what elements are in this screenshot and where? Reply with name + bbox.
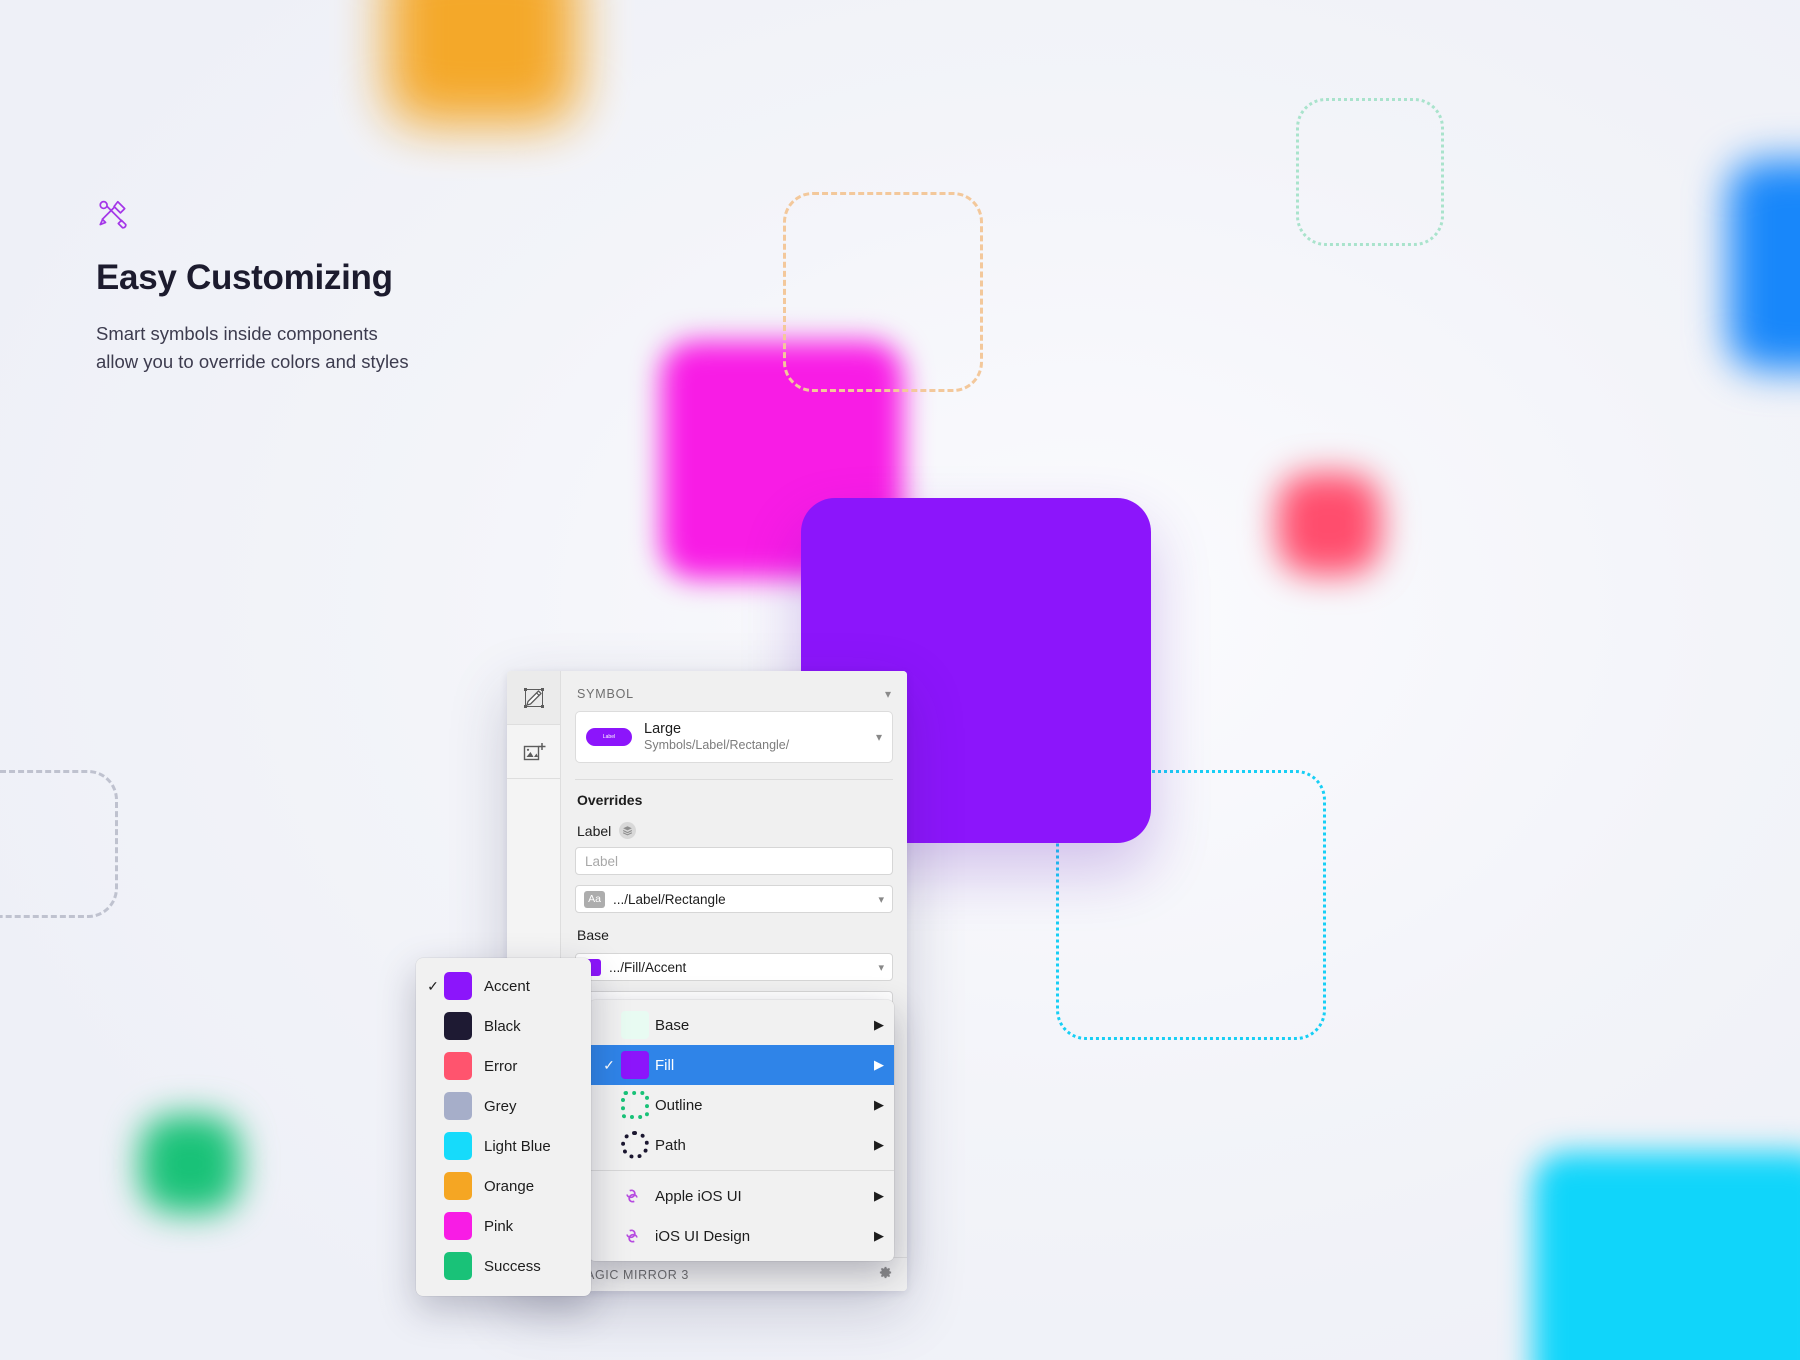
color-menu-item-error[interactable]: Error [416, 1046, 591, 1086]
caret-right-icon[interactable]: ▶ [874, 1097, 884, 1113]
orange-square [387, 0, 577, 124]
color-swatch [444, 1212, 472, 1240]
color-swatch [444, 1252, 472, 1280]
chevron-down-icon[interactable]: ▾ [885, 687, 891, 701]
color-swatch [444, 972, 472, 1000]
color-swatch [444, 1092, 472, 1120]
base-swatch-icon [621, 1011, 655, 1039]
menu-item-base[interactable]: Base ▶ [589, 1005, 894, 1045]
hero-line-2: allow you to override colors and styles [96, 351, 409, 373]
override-context-menu: Base ▶ ✓ Fill ▶ Outline ▶ Path ▶ Apple i… [589, 1000, 894, 1261]
text-style-chip: Aa [584, 890, 605, 908]
hero-description: Smart symbols inside components allow yo… [96, 320, 576, 376]
dotted-circle-icon [621, 1131, 655, 1159]
menu-item-label: Apple iOS UI [655, 1187, 742, 1205]
caret-right-icon[interactable]: ▶ [874, 1057, 884, 1073]
color-menu-item-label: Orange [484, 1177, 535, 1195]
color-menu-item-label: Error [484, 1057, 518, 1075]
symbol-name: Large [644, 720, 682, 737]
rose-square [1277, 473, 1381, 575]
label-input-placeholder: Label [585, 853, 619, 869]
color-menu-item-label: Black [484, 1017, 521, 1035]
symbol-preview-label: Label [602, 734, 616, 740]
menu-item-label: Path [655, 1136, 686, 1154]
color-menu-item-label: Pink [484, 1217, 514, 1235]
menu-item-label: Outline [655, 1096, 703, 1114]
linked-library-icon [621, 1225, 655, 1247]
symbol-selector[interactable]: Label Large Symbols/Label/Rectangle/ ▾ [575, 711, 893, 763]
symbol-path: Symbols/Label/Rectangle/ [644, 738, 790, 753]
symbol-section-header[interactable]: SYMBOL ▾ [561, 671, 907, 711]
color-menu-item-label: Light Blue [484, 1137, 551, 1155]
base-override-title: Base [577, 927, 609, 943]
hero-block: Easy Customizing Smart symbols inside co… [96, 198, 576, 376]
blue-square [1728, 160, 1800, 370]
color-menu-item-label: Accent [484, 977, 530, 995]
gear-icon[interactable] [878, 1265, 893, 1285]
color-swatch [444, 1052, 472, 1080]
label-override-title: Label [577, 822, 612, 839]
mint-dotted-square [1296, 98, 1444, 246]
color-menu-item-grey[interactable]: Grey [416, 1086, 591, 1126]
chevron-down-icon[interactable]: ▾ [878, 893, 884, 906]
symbol-meta: Large Symbols/Label/Rectangle/ [644, 721, 864, 754]
caret-right-icon[interactable]: ▶ [874, 1137, 884, 1153]
symbol-preview-swatch: Label [586, 728, 632, 746]
peach-dashed-square [783, 192, 983, 392]
chevron-down-icon[interactable]: ▾ [878, 961, 884, 974]
layers-icon [619, 822, 637, 839]
linked-library-icon [621, 1185, 655, 1207]
green-square [140, 1115, 240, 1213]
label-override-row: Label [561, 808, 907, 839]
panel-footer: MAGIC MIRROR 3 [561, 1257, 907, 1291]
caret-right-icon[interactable]: ▶ [874, 1228, 884, 1244]
page-title: Easy Customizing [96, 258, 393, 297]
label-input[interactable]: Label [575, 847, 893, 875]
grey-dashed-square [0, 770, 118, 918]
color-picker-menu: ✓ Accent Black Error Grey Light Blue Orange Pin… [416, 958, 591, 1296]
text-style-select[interactable]: Aa .../Label/Rectangle ▾ [575, 885, 893, 913]
color-swatch [444, 1172, 472, 1200]
pencil-in-frame-icon [523, 687, 544, 708]
color-menu-item-success[interactable]: Success [416, 1246, 591, 1286]
chevron-down-icon[interactable]: ▾ [876, 730, 882, 744]
base-color-select[interactable]: .../Fill/Accent ▾ [575, 953, 893, 981]
menu-item-label: Base [655, 1016, 690, 1034]
menu-item-ios-ui-design[interactable]: iOS UI Design ▶ [589, 1216, 894, 1256]
color-menu-item-label: Grey [484, 1097, 517, 1115]
canvas: Easy Customizing Smart symbols inside co… [0, 0, 1800, 1360]
menu-item-label: Fill [655, 1056, 675, 1074]
tools-icon [99, 200, 127, 229]
image-plus-icon [523, 742, 545, 760]
menu-divider [589, 1170, 894, 1171]
check-icon: ✓ [427, 977, 439, 994]
base-color-value: .../Fill/Accent [609, 959, 687, 975]
dotted-square-icon [621, 1091, 655, 1119]
color-menu-item-orange[interactable]: Orange [416, 1166, 591, 1206]
color-menu-item-black[interactable]: Black [416, 1006, 591, 1046]
fill-swatch-icon [621, 1051, 655, 1079]
menu-item-path[interactable]: Path ▶ [589, 1125, 894, 1165]
caret-right-icon[interactable]: ▶ [874, 1017, 884, 1033]
check-icon: ✓ [603, 1056, 615, 1073]
color-swatch [444, 1012, 472, 1040]
cyan-square [1533, 1152, 1800, 1360]
menu-item-outline[interactable]: Outline ▶ [589, 1085, 894, 1125]
color-menu-item-accent[interactable]: ✓ Accent [416, 966, 591, 1006]
color-menu-item-pink[interactable]: Pink [416, 1206, 591, 1246]
hero-line-1: Smart symbols inside components [96, 323, 378, 345]
text-style-value: .../Label/Rectangle [613, 891, 726, 907]
menu-item-apple-ios-ui[interactable]: Apple iOS UI ▶ [589, 1176, 894, 1216]
menu-item-label: iOS UI Design [655, 1227, 751, 1245]
overrides-heading: Overrides [577, 792, 643, 808]
edit-shape-tool[interactable] [507, 671, 560, 725]
insert-image-tool[interactable] [507, 725, 560, 779]
caret-right-icon[interactable]: ▶ [874, 1188, 884, 1204]
color-swatch [444, 1132, 472, 1160]
menu-item-fill[interactable]: ✓ Fill ▶ [589, 1045, 894, 1085]
symbol-section-title: SYMBOL [577, 687, 634, 701]
color-menu-item-label: Success [484, 1257, 541, 1275]
color-menu-item-light-blue[interactable]: Light Blue [416, 1126, 591, 1166]
footer-title: MAGIC MIRROR 3 [575, 1267, 689, 1282]
